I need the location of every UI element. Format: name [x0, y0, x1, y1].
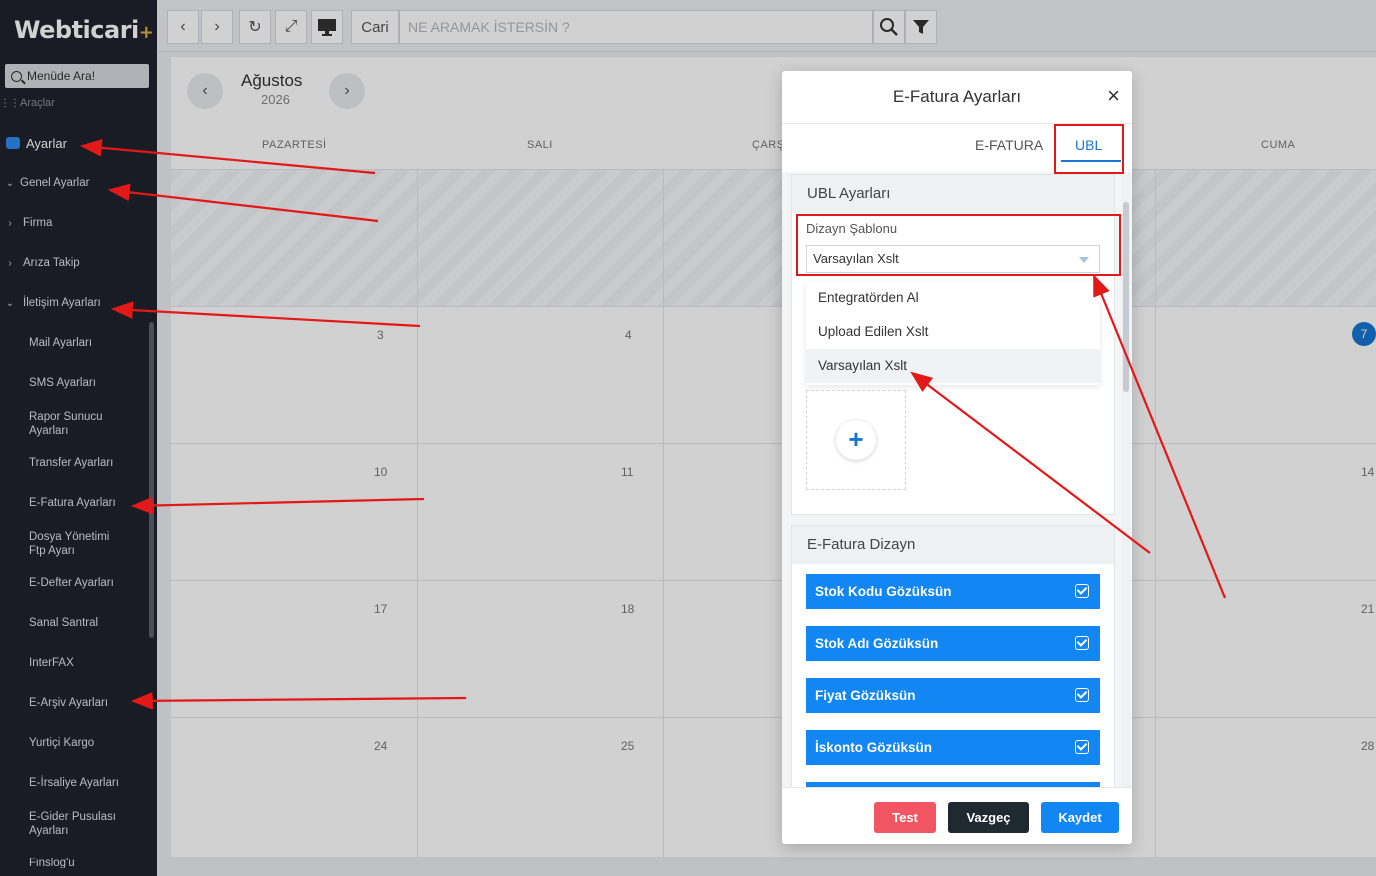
checkbox-checked-icon[interactable]	[1075, 584, 1089, 598]
checkbox-checked-icon[interactable]	[1075, 636, 1089, 650]
cancel-button[interactable]: Vazgeç	[948, 802, 1029, 833]
efatura-settings-modal: E-Fatura Ayarları × E-FATURA UBL UBL Aya…	[782, 71, 1132, 844]
checkbox-checked-icon[interactable]	[1075, 688, 1089, 702]
close-icon[interactable]: ×	[1107, 85, 1120, 107]
xslt-upload-box[interactable]: +	[806, 390, 906, 490]
toggle-iskonto[interactable]: İskonto Gözüksün	[806, 730, 1100, 765]
modal-scrollbar[interactable]	[1122, 172, 1130, 787]
toggle-stok-adi[interactable]: Stok Adı Gözüksün	[806, 626, 1100, 661]
option-varsayilan-xslt[interactable]: Varsayılan Xslt	[806, 349, 1100, 383]
save-button[interactable]: Kaydet	[1041, 802, 1119, 833]
annotation-box-template	[796, 214, 1121, 276]
efatura-design-title: E-Fatura Dizayn	[792, 526, 1114, 564]
scroll-thumb[interactable]	[1123, 202, 1129, 392]
test-button[interactable]: Test	[874, 802, 936, 833]
option-entegrator[interactable]: Entegratörden Al	[806, 281, 1100, 315]
toggle-fiyat[interactable]: Fiyat Gözüksün	[806, 678, 1100, 713]
annotation-box-ubl	[1054, 124, 1124, 174]
modal-title: E-Fatura Ayarları	[782, 71, 1132, 124]
ubl-settings-title: UBL Ayarları	[792, 175, 1114, 213]
plus-icon: +	[836, 420, 876, 460]
option-upload-xslt[interactable]: Upload Edilen Xslt	[806, 315, 1100, 349]
tab-efatura[interactable]: E-FATURA	[975, 137, 1043, 153]
modal-backdrop[interactable]	[0, 0, 1376, 876]
checkbox-checked-icon[interactable]	[1075, 740, 1089, 754]
toggle-stok-kodu[interactable]: Stok Kodu Gözüksün	[806, 574, 1100, 609]
modal-footer: Test Vazgeç Kaydet	[782, 787, 1132, 844]
design-template-dropdown: Entegratörden Al Upload Edilen Xslt Vars…	[806, 281, 1100, 385]
